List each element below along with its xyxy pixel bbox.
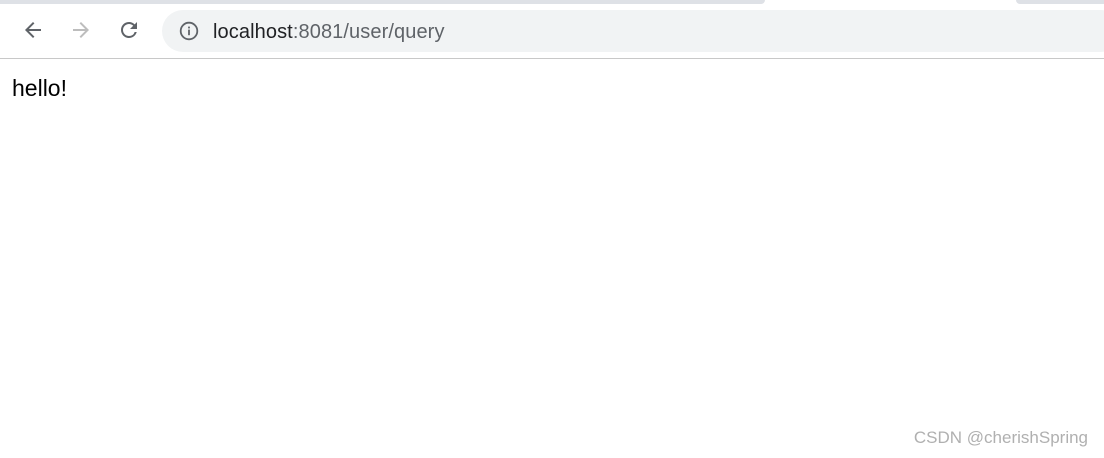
url-text[interactable]: localhost:8081/user/query (213, 21, 445, 43)
browser-window: localhost:8081/user/query hello! CSDN @c… (0, 0, 1104, 458)
page-body-text: hello! (12, 75, 67, 101)
arrow-right-icon (73, 22, 89, 38)
info-circle-icon[interactable] (178, 20, 200, 42)
reload-icon (121, 22, 137, 38)
back-button[interactable] (17, 14, 49, 46)
watermark: CSDN @cherishSpring (913, 428, 1088, 447)
browser-toolbar: localhost:8081/user/query (0, 4, 1104, 58)
arrow-left-icon (25, 22, 41, 38)
reload-button[interactable] (113, 14, 145, 46)
url-path: :8081/user/query (292, 21, 445, 43)
url-host: localhost (213, 21, 293, 43)
forward-button[interactable] (65, 14, 97, 46)
toolbar-divider (0, 58, 1104, 59)
address-bar[interactable]: localhost:8081/user/query (162, 10, 1104, 52)
